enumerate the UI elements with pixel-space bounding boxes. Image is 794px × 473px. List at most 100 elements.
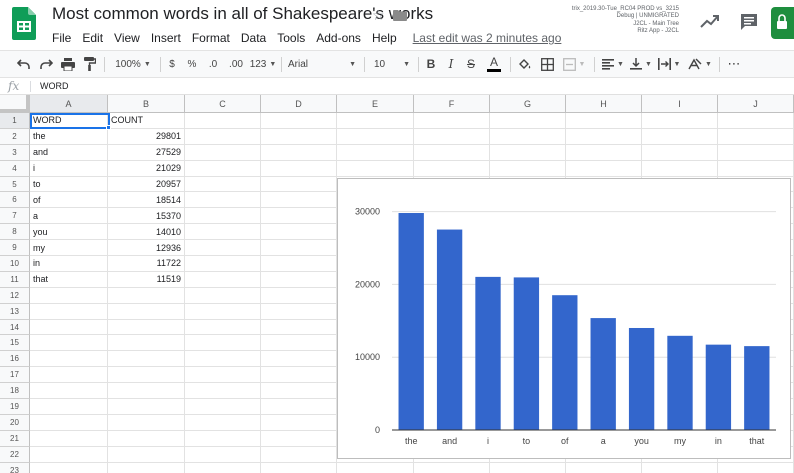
cell[interactable] (261, 287, 337, 304)
font-size-select[interactable]: 10 ▼ (370, 51, 414, 77)
cell[interactable] (108, 367, 185, 384)
cell[interactable] (108, 319, 185, 336)
cell[interactable] (30, 446, 108, 463)
text-rotation-button[interactable]: ▼ (686, 51, 714, 77)
cell[interactable] (261, 414, 337, 431)
text-wrapping-button[interactable]: ▼ (656, 51, 682, 77)
cell[interactable]: of (30, 192, 108, 209)
column-header-a[interactable]: A (30, 95, 108, 113)
cell[interactable] (108, 430, 185, 447)
cell[interactable] (185, 240, 261, 257)
cell[interactable]: 11722 (108, 256, 185, 272)
cell[interactable] (490, 160, 566, 177)
cell[interactable] (261, 303, 337, 320)
row-header[interactable]: 22 (0, 446, 30, 463)
cell[interactable] (185, 287, 261, 304)
cell[interactable] (566, 160, 642, 177)
select-all-corner[interactable] (0, 95, 30, 113)
cell[interactable]: i (30, 160, 108, 177)
cell[interactable]: 29801 (108, 128, 185, 145)
comment-icon[interactable] (740, 13, 758, 31)
row-header[interactable]: 11 (0, 271, 30, 288)
paint-format-button[interactable] (80, 51, 100, 77)
cell[interactable] (30, 335, 108, 352)
cell[interactable] (566, 113, 642, 129)
cell[interactable] (30, 383, 108, 400)
last-edit-link[interactable]: Last edit was 2 minutes ago (413, 31, 562, 45)
row-header[interactable]: 23 (0, 462, 30, 473)
cell[interactable] (30, 319, 108, 336)
cell[interactable] (185, 113, 261, 129)
cell[interactable]: a (30, 208, 108, 225)
cell[interactable] (185, 303, 261, 320)
cell[interactable]: 21029 (108, 160, 185, 177)
cell[interactable] (261, 430, 337, 447)
cell[interactable] (185, 256, 261, 272)
cell[interactable]: that (30, 271, 108, 288)
row-header[interactable]: 5 (0, 176, 30, 193)
cell[interactable] (185, 271, 261, 288)
decrease-decimal-button[interactable]: .0 (202, 51, 224, 77)
cell[interactable]: WORD (30, 113, 108, 129)
fill-handle[interactable] (106, 125, 111, 130)
cell[interactable] (108, 399, 185, 415)
folder-icon[interactable] (393, 10, 407, 21)
merge-cells-button[interactable]: ▼ (560, 51, 588, 77)
font-select[interactable]: Arial ▼ (286, 51, 358, 77)
undo-button[interactable] (14, 51, 34, 77)
bar-chart[interactable]: 0 10000 20000 30000 the and i to of a you my in that (337, 178, 791, 459)
row-header[interactable]: 10 (0, 256, 30, 272)
cell[interactable] (261, 208, 337, 225)
cell[interactable] (185, 176, 261, 193)
row-header[interactable]: 21 (0, 430, 30, 447)
cell[interactable] (337, 128, 414, 145)
column-header-b[interactable]: B (108, 95, 185, 113)
cell[interactable] (261, 446, 337, 463)
menu-insert[interactable]: Insert (151, 31, 181, 45)
cell[interactable] (718, 113, 794, 129)
row-header[interactable]: 16 (0, 351, 30, 368)
borders-button[interactable] (538, 51, 556, 77)
cell[interactable]: 11519 (108, 271, 185, 288)
cell[interactable] (185, 335, 261, 352)
cell[interactable] (261, 335, 337, 352)
cell[interactable] (261, 128, 337, 145)
cell[interactable] (490, 144, 566, 161)
row-header[interactable]: 3 (0, 144, 30, 161)
cell[interactable] (261, 271, 337, 288)
menu-format[interactable]: Format (192, 31, 230, 45)
cell[interactable] (108, 462, 185, 473)
cell[interactable] (30, 351, 108, 368)
cell[interactable] (261, 351, 337, 368)
cell[interactable]: the (30, 128, 108, 145)
cell[interactable] (30, 462, 108, 473)
cell[interactable] (30, 287, 108, 304)
cell[interactable] (261, 319, 337, 336)
column-header-h[interactable]: H (566, 95, 642, 113)
cell[interactable] (261, 176, 337, 193)
cell[interactable] (414, 160, 490, 177)
italic-button[interactable]: I (442, 51, 460, 77)
redo-button[interactable] (36, 51, 56, 77)
cell[interactable] (185, 446, 261, 463)
cell[interactable] (261, 160, 337, 177)
column-header-g[interactable]: G (490, 95, 566, 113)
cell[interactable] (185, 399, 261, 415)
cell[interactable] (414, 462, 490, 473)
cell[interactable] (642, 128, 718, 145)
share-button[interactable] (771, 7, 794, 39)
column-header-i[interactable]: I (642, 95, 718, 113)
cell[interactable] (261, 144, 337, 161)
horizontal-align-button[interactable]: ▼ (600, 51, 626, 77)
column-header-e[interactable]: E (337, 95, 414, 113)
cell[interactable] (261, 192, 337, 209)
row-header[interactable]: 9 (0, 240, 30, 257)
row-header[interactable]: 18 (0, 383, 30, 400)
cell[interactable] (490, 462, 566, 473)
cell[interactable] (414, 113, 490, 129)
cell[interactable] (337, 144, 414, 161)
cell[interactable] (185, 128, 261, 145)
cell[interactable] (566, 128, 642, 145)
cell[interactable] (108, 414, 185, 431)
cell[interactable] (185, 319, 261, 336)
